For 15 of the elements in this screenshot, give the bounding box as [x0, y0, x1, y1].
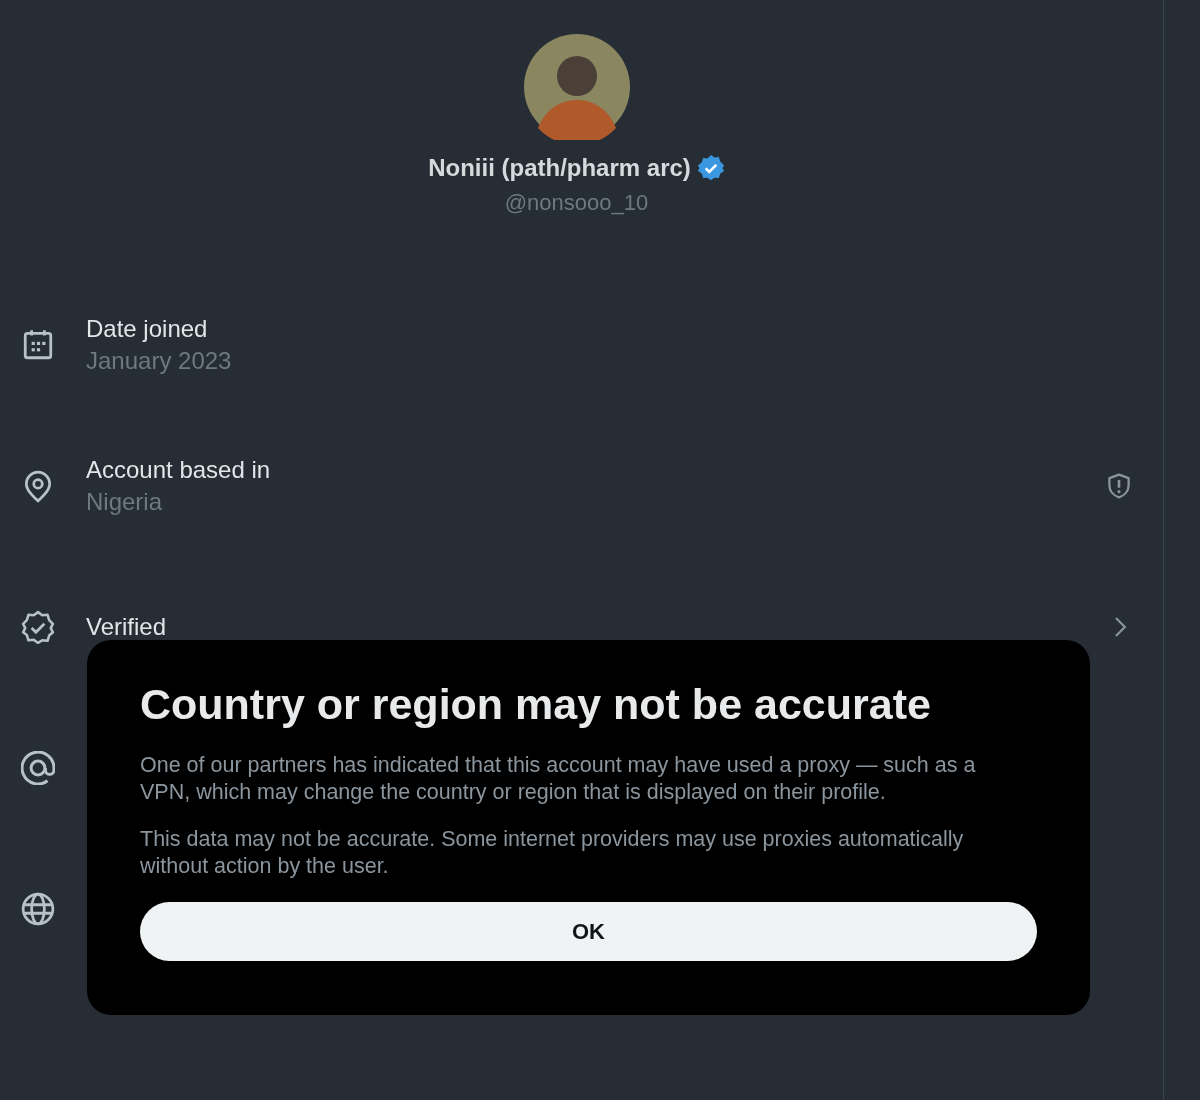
globe-icon: [21, 891, 55, 926]
info-label: Account based in: [86, 455, 272, 484]
ok-button[interactable]: OK: [140, 902, 1037, 961]
at-sign-icon: [21, 750, 55, 785]
dialog-title: Country or region may not be accurate: [140, 680, 932, 728]
dialog-text: One of our partners has indicated that this account may have used a proxy — such as a VPN, which may change the country or region that is displayed on their profile.: [140, 752, 977, 806]
badge-check-icon: [21, 609, 55, 644]
info-value: January 2023: [86, 346, 233, 375]
info-value: Nigeria: [86, 487, 164, 516]
dialog-text: This data may not be accurate. Some internet providers may use proxies automatically without action by the user.: [140, 826, 965, 880]
display-name: Noniii (path/pharm arc): [428, 154, 691, 182]
info-label: Date joined: [86, 314, 209, 343]
username: @nonsooo_10: [504, 190, 649, 216]
calendar-icon: [21, 327, 55, 362]
info-label: Verified: [86, 612, 168, 641]
